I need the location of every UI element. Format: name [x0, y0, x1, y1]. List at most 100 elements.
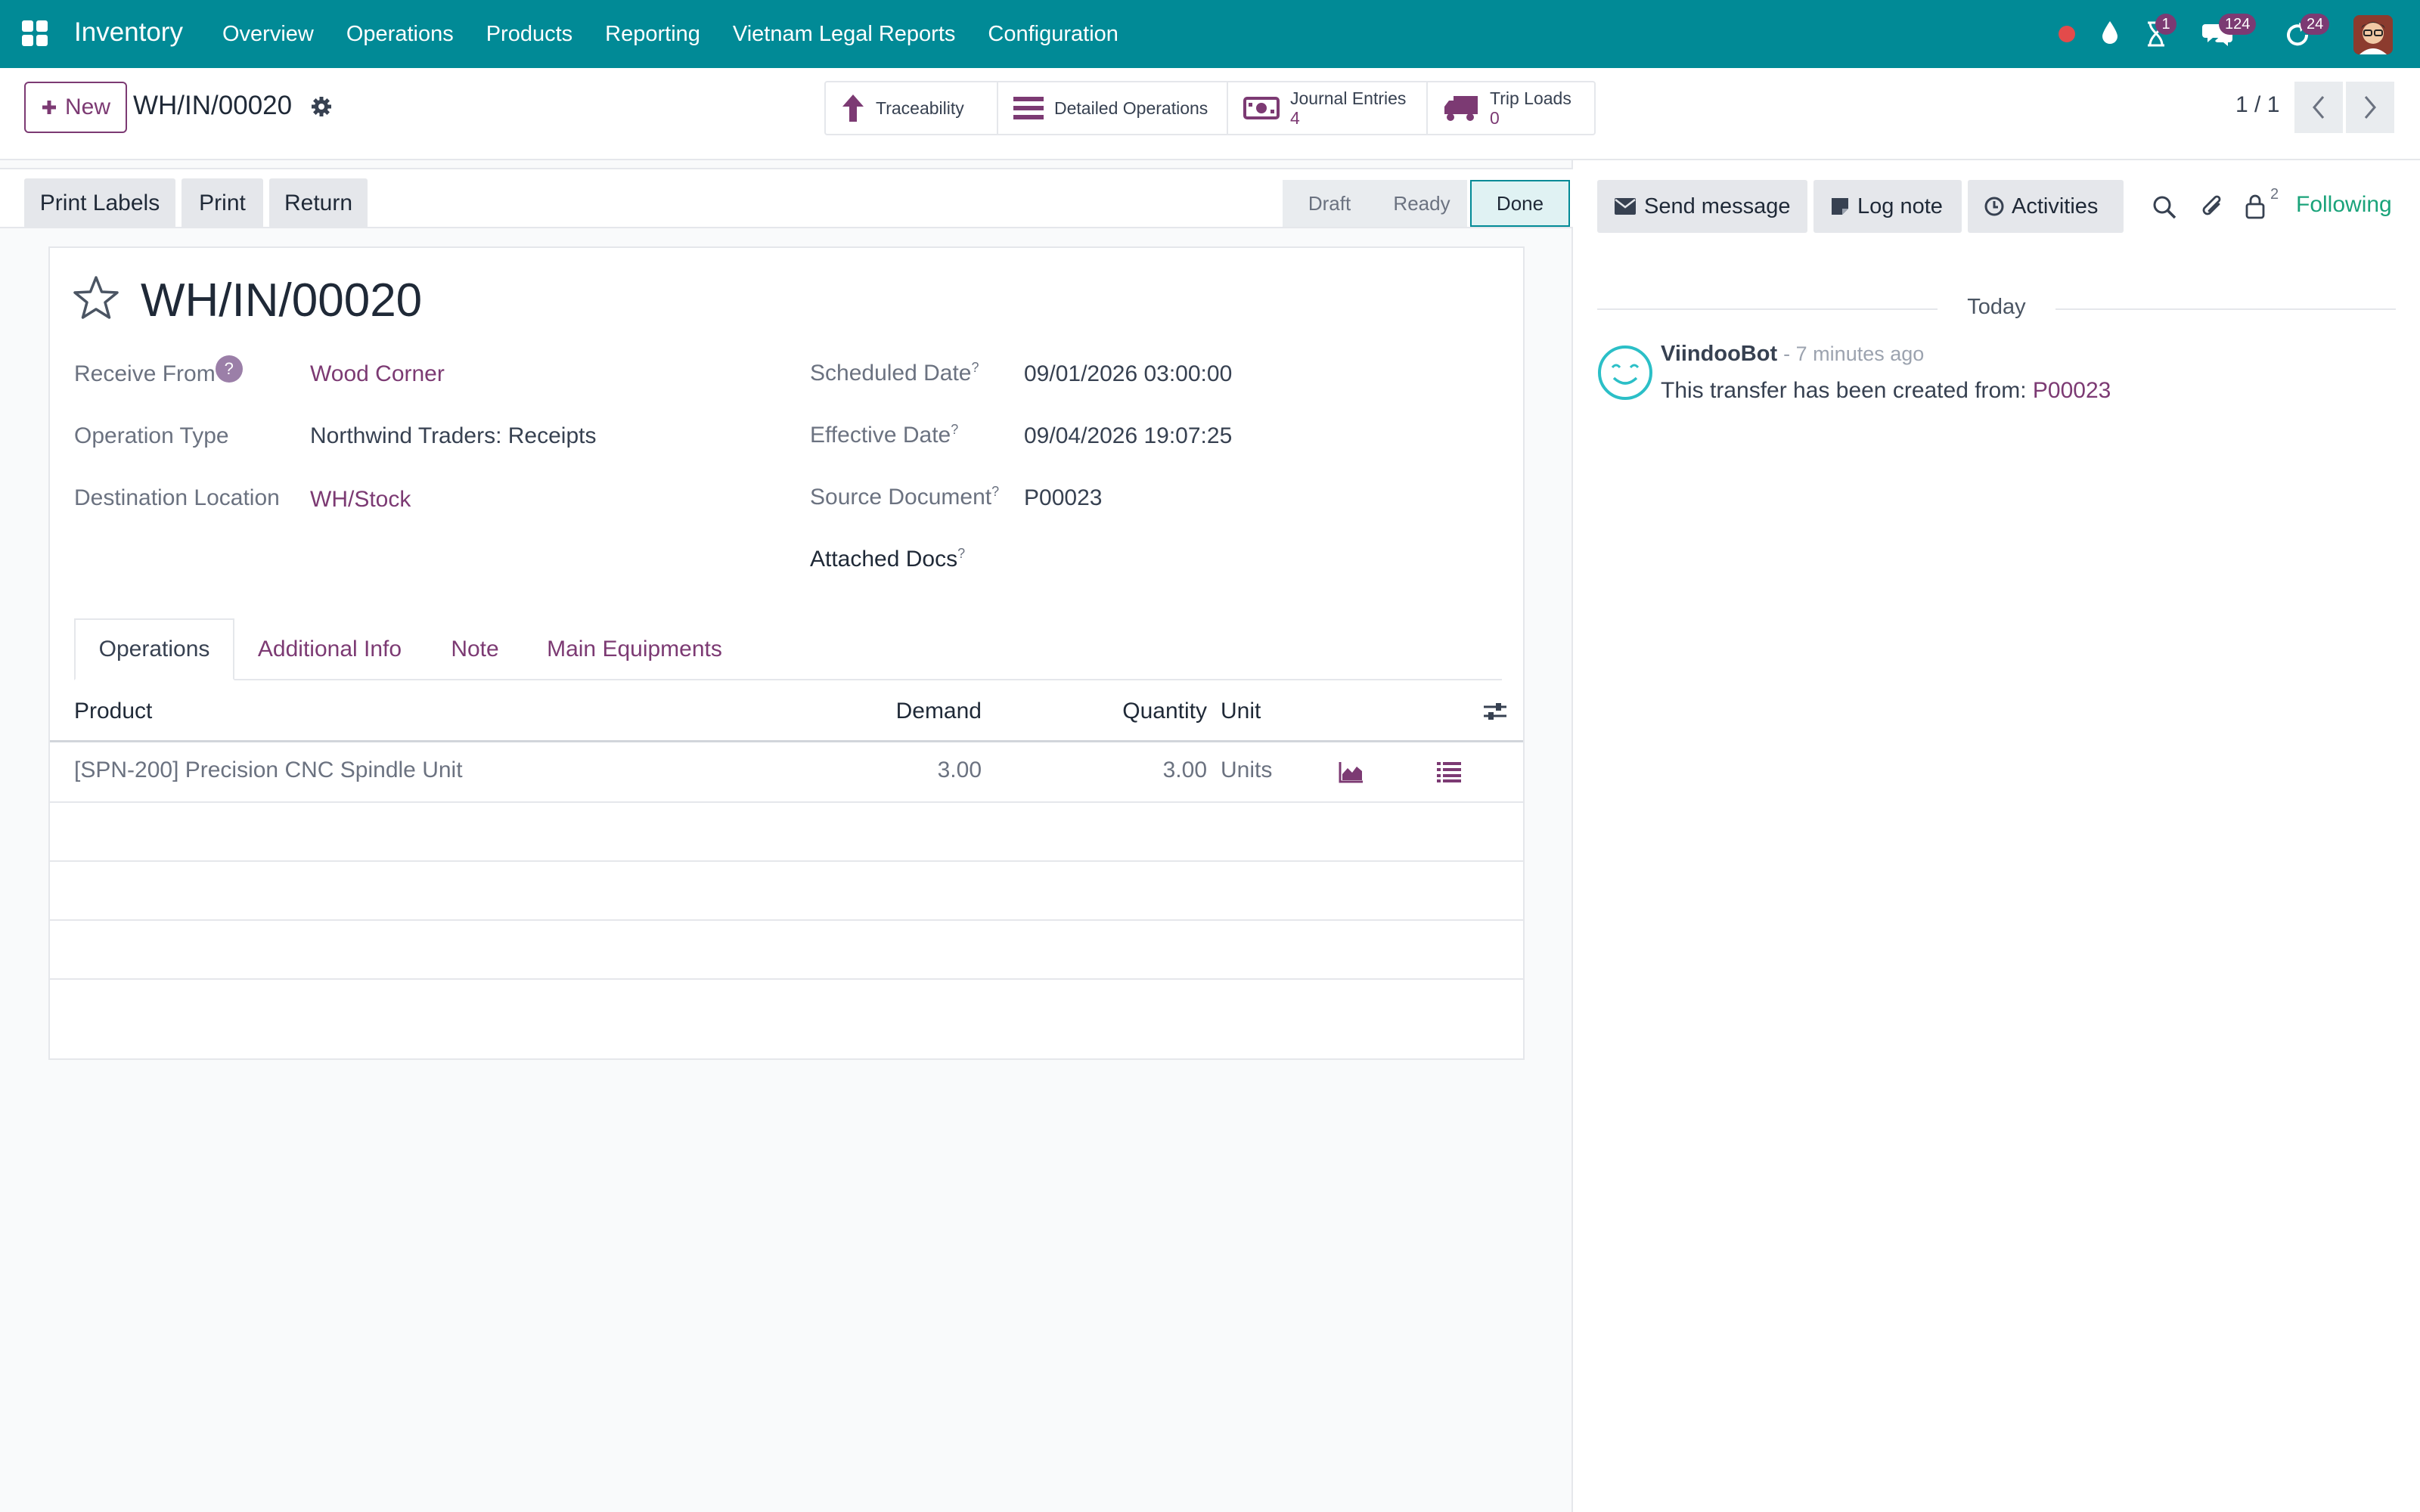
- optional-columns-icon[interactable]: [1482, 700, 1508, 723]
- attached-docs-label-text: Attached Docs: [810, 547, 958, 572]
- followers-lock-icon[interactable]: [2245, 194, 2267, 219]
- operation-type-value[interactable]: Northwind Traders: Receipts: [310, 423, 597, 449]
- bot-avatar: [1597, 345, 1653, 401]
- user-avatar[interactable]: [2353, 15, 2393, 54]
- help-mark[interactable]: ?: [972, 360, 979, 375]
- pager-previous-button[interactable]: [2294, 82, 2343, 133]
- receive-from-label-text: Receive From: [74, 361, 216, 386]
- smart-buttons: Traceability Detailed Operations Journal…: [824, 81, 1596, 135]
- journal-entries-count: 4: [1290, 108, 1300, 128]
- trip-loads-label: Trip Loads: [1490, 88, 1571, 108]
- destination-location-label: Destination Location: [74, 485, 280, 510]
- trip-loads-count: 0: [1490, 108, 1500, 128]
- app-name[interactable]: Inventory: [74, 17, 183, 48]
- menu-vietnam-legal-reports[interactable]: Vietnam Legal Reports: [733, 22, 955, 47]
- empty-row: [50, 803, 1523, 862]
- menu-overview[interactable]: Overview: [222, 22, 314, 47]
- source-document-label: Source Document?: [810, 484, 999, 510]
- column-demand[interactable]: Demand: [850, 699, 982, 724]
- operation-type-label: Operation Type: [74, 423, 229, 448]
- arrow-up-icon: [841, 93, 865, 123]
- empty-row: [50, 862, 1523, 921]
- return-button[interactable]: Return: [269, 178, 368, 228]
- effective-date-label: Effective Date?: [810, 422, 958, 448]
- message-link[interactable]: P00023: [2033, 378, 2111, 403]
- top-navbar: Inventory Overview Operations Products R…: [0, 0, 2420, 68]
- tab-additional-info[interactable]: Additional Info: [234, 618, 425, 680]
- plus-icon: [41, 99, 57, 116]
- scheduled-date-value[interactable]: 09/01/2026 03:00:00: [1024, 361, 1232, 387]
- journal-entries-button[interactable]: Journal Entries 4: [1228, 82, 1428, 134]
- record-title: WH/IN/00020: [141, 274, 423, 327]
- detailed-operations-label: Detailed Operations: [1054, 98, 1208, 118]
- gear-icon[interactable]: [310, 95, 333, 118]
- help-mark[interactable]: ?: [951, 422, 958, 437]
- source-document-value[interactable]: P00023: [1024, 485, 1102, 511]
- tab-main-equipments[interactable]: Main Equipments: [525, 618, 744, 680]
- detailed-operations-button[interactable]: Detailed Operations: [998, 82, 1228, 134]
- activities-badge: 1: [2155, 14, 2176, 35]
- droplet-icon[interactable]: [2101, 20, 2119, 45]
- table-header: Product Demand Quantity Unit: [50, 680, 1523, 742]
- message-header: ViindooBot - 7 minutes ago: [1661, 342, 1924, 367]
- send-message-button[interactable]: Send message: [1597, 180, 1807, 233]
- row-product: [SPN-200] Precision CNC Spindle Unit: [74, 758, 463, 782]
- chevron-left-icon: [2311, 95, 2326, 119]
- source-document-label-text: Source Document: [810, 485, 992, 510]
- receive-from-label: Receive From?: [74, 355, 243, 389]
- help-mark[interactable]: ?: [991, 484, 999, 499]
- control-panel: New WH/IN/00020 Traceability Detailed Op…: [0, 68, 2420, 160]
- print-labels-button[interactable]: Print Labels: [24, 178, 175, 228]
- detailed-list-icon[interactable]: [1437, 761, 1461, 783]
- help-icon[interactable]: ?: [215, 355, 243, 383]
- breadcrumb: WH/IN/00020: [133, 91, 293, 120]
- table-row[interactable]: [SPN-200] Precision CNC Spindle Unit 3.0…: [50, 742, 1523, 803]
- column-unit[interactable]: Unit: [1221, 699, 1261, 724]
- print-button[interactable]: Print: [182, 178, 263, 228]
- row-quantity: 3.00: [1162, 758, 1207, 782]
- note-icon: [1830, 197, 1850, 216]
- chevron-right-icon: [2363, 95, 2378, 119]
- menu-operations[interactable]: Operations: [346, 22, 454, 47]
- log-note-button[interactable]: Log note: [1813, 180, 1962, 233]
- envelope-icon: [1614, 197, 1637, 215]
- tab-operations[interactable]: Operations: [74, 618, 234, 680]
- form-area: Print Labels Print Return Draft Ready Do…: [0, 160, 1573, 1512]
- help-mark[interactable]: ?: [957, 546, 965, 561]
- truck-icon: [1443, 93, 1479, 123]
- new-button-label: New: [64, 94, 110, 119]
- menu-configuration[interactable]: Configuration: [988, 22, 1118, 47]
- send-message-label: Send message: [1644, 194, 1791, 218]
- tab-note[interactable]: Note: [425, 618, 525, 680]
- trip-loads-button[interactable]: Trip Loads 0: [1428, 82, 1594, 134]
- activities-button[interactable]: Activities: [1968, 180, 2124, 233]
- destination-location-value[interactable]: WH/Stock: [310, 487, 411, 513]
- following-button[interactable]: Following: [2296, 192, 2392, 218]
- stage-draft[interactable]: Draft: [1283, 180, 1376, 227]
- forecast-chart-icon[interactable]: [1339, 761, 1364, 783]
- traceability-button[interactable]: Traceability: [826, 82, 998, 134]
- column-product[interactable]: Product: [74, 699, 152, 724]
- statusbar: Print Labels Print Return Draft Ready Do…: [0, 168, 1573, 228]
- scheduled-date-label: Scheduled Date?: [810, 360, 979, 386]
- record-indicator-icon[interactable]: [2057, 24, 2077, 44]
- message-time: - 7 minutes ago: [1783, 342, 1925, 365]
- apps-menu-icon[interactable]: [21, 20, 48, 47]
- paperclip-icon[interactable]: [2201, 194, 2225, 219]
- attached-docs-label: Attached Docs?: [810, 546, 965, 572]
- column-quantity[interactable]: Quantity: [1071, 699, 1207, 724]
- pager-next-button[interactable]: [2346, 82, 2394, 133]
- updates-badge: 24: [2301, 14, 2330, 35]
- stage-done[interactable]: Done: [1470, 180, 1570, 227]
- menu-products[interactable]: Products: [486, 22, 572, 47]
- message-author[interactable]: ViindooBot: [1661, 342, 1777, 366]
- date-separator: Today: [1597, 289, 2396, 327]
- pager-value[interactable]: 1 / 1: [2235, 92, 2279, 118]
- new-button[interactable]: New: [24, 82, 127, 133]
- star-icon[interactable]: [73, 275, 119, 321]
- receive-from-value[interactable]: Wood Corner: [310, 361, 445, 387]
- menu-reporting[interactable]: Reporting: [605, 22, 700, 47]
- stage-ready[interactable]: Ready: [1376, 180, 1467, 227]
- stage-bar: Draft Ready Done: [1283, 180, 1570, 227]
- search-icon[interactable]: [2152, 195, 2176, 219]
